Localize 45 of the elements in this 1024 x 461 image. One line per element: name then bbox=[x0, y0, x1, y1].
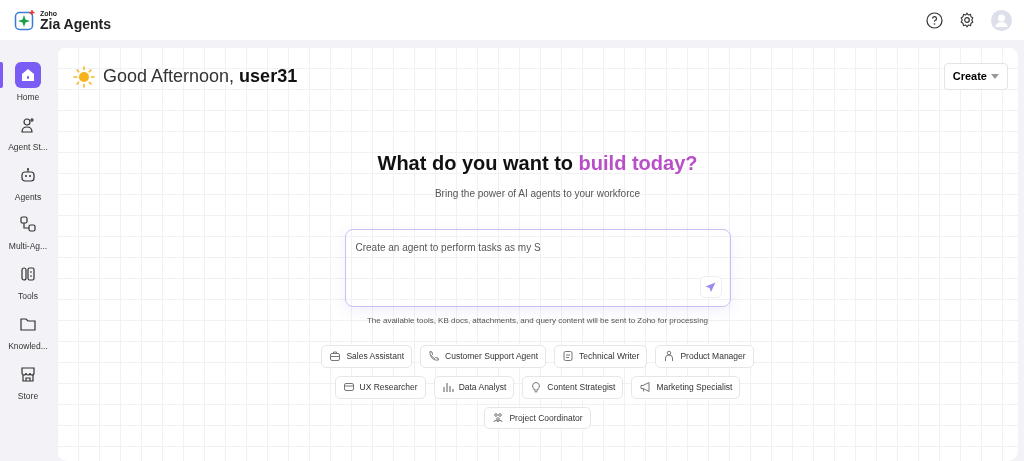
suggestion-chip[interactable]: Product Manager bbox=[655, 345, 754, 368]
sidebar-item[interactable]: Agents bbox=[0, 161, 56, 204]
store-icon bbox=[19, 364, 37, 383]
prompt-field[interactable]: Create an agent to perform tasks as my S bbox=[344, 229, 731, 307]
briefcase-icon bbox=[329, 350, 342, 363]
document-icon bbox=[562, 350, 575, 363]
greeting-text: Good Afternoon, user31 bbox=[103, 65, 298, 88]
megaphone-icon bbox=[639, 381, 652, 394]
home-icon bbox=[19, 66, 37, 84]
lightbulb-icon bbox=[530, 381, 543, 394]
panels-icon bbox=[19, 265, 37, 283]
send-button[interactable] bbox=[699, 276, 722, 298]
send-icon bbox=[705, 281, 716, 293]
sidebar-item[interactable]: Store bbox=[0, 360, 56, 403]
suggestion-chip[interactable]: Data Analyst bbox=[433, 375, 515, 399]
sidebar-item[interactable]: Agent St... bbox=[0, 111, 56, 154]
team-icon bbox=[492, 411, 505, 424]
suggestion-chip[interactable]: Customer Support Agent bbox=[420, 345, 547, 368]
create-button[interactable]: Create bbox=[943, 63, 1008, 90]
card-icon bbox=[342, 381, 355, 394]
robot-icon bbox=[19, 165, 37, 184]
sidebar-item[interactable]: Knowled... bbox=[0, 310, 56, 353]
sidebar-item[interactable]: Home bbox=[0, 62, 56, 104]
phone-icon bbox=[428, 350, 440, 363]
help-icon[interactable] bbox=[926, 11, 943, 29]
caret-icon bbox=[991, 74, 999, 79]
privacy-notice: The available tools, KB docs, attachments, and query content will be sent to Zoho for processing bbox=[366, 315, 709, 327]
sun-icon bbox=[73, 65, 95, 88]
sidebar-item[interactable]: Multi-Ag... bbox=[0, 211, 56, 253]
logo-icon bbox=[14, 9, 36, 31]
hero-subtitle: Bring the power of AI agents to your workforce bbox=[434, 187, 641, 201]
suggestion-chip[interactable]: Project Coordinator bbox=[484, 406, 591, 430]
bar-chart-icon bbox=[441, 381, 454, 394]
connected-squares-icon bbox=[19, 215, 37, 234]
suggestion-chip[interactable]: Sales Assistant bbox=[321, 345, 412, 368]
sidebar-item[interactable]: Tools bbox=[0, 261, 56, 303]
product-name: Zia Agents bbox=[40, 16, 112, 31]
hero-heading: What do you want to build today? bbox=[377, 151, 698, 176]
suggestion-chip[interactable]: Content Strategist bbox=[522, 375, 624, 399]
person-sparkle-icon bbox=[19, 115, 37, 134]
suggestion-chip[interactable]: Marketing Specialist bbox=[631, 375, 741, 399]
suggestion-chip[interactable]: Technical Writer bbox=[554, 345, 648, 368]
person-icon bbox=[663, 350, 676, 363]
suggestion-chip[interactable]: UX Researcher bbox=[334, 375, 426, 399]
settings-icon[interactable] bbox=[959, 12, 975, 28]
